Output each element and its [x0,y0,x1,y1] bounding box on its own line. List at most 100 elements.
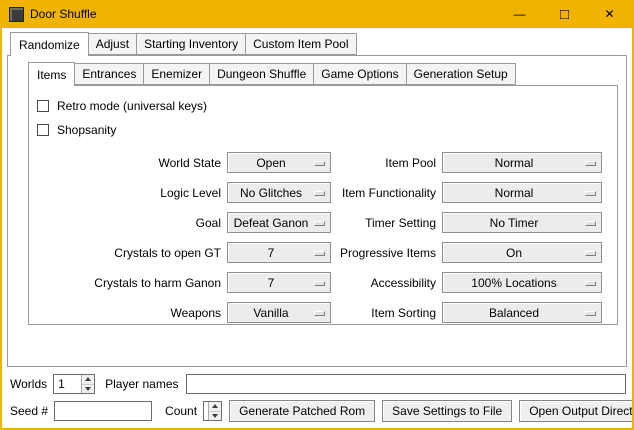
world-state-dropdown[interactable]: Open [227,152,331,173]
open-output-directory-button[interactable]: Open Output Directory [519,400,634,422]
progressive-items-label: Progressive Items [337,246,436,260]
item-functionality-label: Item Functionality [337,186,436,200]
tab-entrances[interactable]: Entrances [74,63,144,85]
spin-up-button[interactable] [209,402,221,411]
titlebar: Door Shuffle — □ ✕ [2,0,632,28]
goal-label: Goal [35,216,221,230]
randomize-pane: Items Entrances Enemizer Dungeon Shuffle… [7,55,627,367]
item-pool-dropdown[interactable]: Normal [442,152,602,173]
arrow-up-icon [85,377,91,381]
logic-level-dropdown[interactable]: No Glitches [227,182,331,203]
item-pool-label: Item Pool [337,156,436,170]
dropdown-value: Normal [495,186,534,200]
app-window: Door Shuffle — □ ✕ Randomize Adjust Star… [0,0,634,430]
dropdown-value: 100% Locations [471,276,556,290]
accessibility-label: Accessibility [337,276,436,290]
item-sorting-dropdown[interactable]: Balanced [442,302,602,323]
count-spinner[interactable] [203,401,222,421]
weapons-label: Weapons [35,306,221,320]
timer-setting-label: Timer Setting [337,216,436,230]
secondary-tab-bar: Items Entrances Enemizer Dungeon Shuffle… [28,62,626,85]
goal-dropdown[interactable]: Defeat Ganon [227,212,331,233]
dropdown-indicator-icon [314,161,325,166]
checkbox-box-icon[interactable] [37,100,49,112]
dropdown-indicator-icon [314,221,325,226]
dropdown-value: Open [256,156,285,170]
tab-adjust[interactable]: Adjust [88,33,137,55]
dropdown-value: Vanilla [253,306,288,320]
logic-level-label: Logic Level [35,186,221,200]
items-pane: Retro mode (universal keys) Shopsanity W… [28,85,618,325]
dropdown-indicator-icon [585,221,596,226]
dropdown-indicator-icon [585,311,596,316]
worlds-row: Worlds Player names [10,374,626,394]
settings-grid: World State Open Item Pool Normal Logic … [35,152,617,323]
checkbox-label: Shopsanity [57,123,116,137]
crystals-harm-ganon-dropdown[interactable]: 7 [227,272,331,293]
dropdown-indicator-icon [314,191,325,196]
dropdown-indicator-icon [585,191,596,196]
timer-setting-dropdown[interactable]: No Timer [442,212,602,233]
arrow-down-icon [85,387,91,391]
dropdown-value: No Timer [490,216,539,230]
spinner-buttons [208,402,221,420]
dropdown-indicator-icon [585,281,596,286]
checkbox-group: Retro mode (universal keys) Shopsanity [37,96,617,140]
crystals-open-gt-dropdown[interactable]: 7 [227,242,331,263]
bottom-panel: Worlds Player names Seed # Count [2,367,632,428]
seed-row: Seed # Count Generate Patched Rom Save S… [10,400,626,422]
count-label: Count [165,404,197,418]
arrow-down-icon [212,414,218,418]
tab-items[interactable]: Items [28,62,75,86]
tab-game-options[interactable]: Game Options [313,63,406,85]
spin-down-button[interactable] [82,384,94,394]
crystals-harm-ganon-label: Crystals to harm Ganon [35,276,221,290]
player-names-input[interactable] [186,374,627,394]
seed-label: Seed # [10,404,48,418]
checkbox-box-icon[interactable] [37,124,49,136]
dropdown-value: Defeat Ganon [234,216,309,230]
dropdown-indicator-icon [314,311,325,316]
tab-custom-item-pool[interactable]: Custom Item Pool [245,33,356,55]
app-icon [9,7,24,22]
arrow-up-icon [212,404,218,408]
world-state-label: World State [35,156,221,170]
spin-up-button[interactable] [82,375,94,384]
save-settings-button[interactable]: Save Settings to File [382,400,512,422]
tab-starting-inventory[interactable]: Starting Inventory [136,33,246,55]
worlds-input[interactable] [54,375,81,393]
minimize-button[interactable]: — [497,0,542,28]
player-names-label: Player names [105,377,178,391]
dropdown-value: 7 [268,276,275,290]
worlds-label: Worlds [10,377,47,391]
tab-dungeon-shuffle[interactable]: Dungeon Shuffle [209,63,314,85]
close-button[interactable]: ✕ [587,0,632,28]
checkbox-label: Retro mode (universal keys) [57,99,207,113]
maximize-button[interactable]: □ [542,0,587,28]
tab-randomize[interactable]: Randomize [10,32,89,56]
item-sorting-label: Item Sorting [337,306,436,320]
progressive-items-dropdown[interactable]: On [442,242,602,263]
window-title: Door Shuffle [30,7,97,21]
dropdown-value: On [506,246,522,260]
weapons-dropdown[interactable]: Vanilla [227,302,331,323]
spin-down-button[interactable] [209,411,221,421]
dropdown-value: Normal [495,156,534,170]
tab-generation-setup[interactable]: Generation Setup [406,63,516,85]
dropdown-indicator-icon [314,251,325,256]
generate-patched-rom-button[interactable]: Generate Patched Rom [229,400,375,422]
primary-tab-bar: Randomize Adjust Starting Inventory Cust… [10,32,632,55]
spinner-buttons [81,375,94,393]
checkbox-retro-mode[interactable]: Retro mode (universal keys) [37,96,617,116]
dropdown-indicator-icon [585,161,596,166]
dropdown-indicator-icon [314,281,325,286]
seed-input[interactable] [54,401,152,421]
accessibility-dropdown[interactable]: 100% Locations [442,272,602,293]
worlds-spinner[interactable] [53,374,95,394]
dropdown-value: No Glitches [240,186,302,200]
checkbox-shopsanity[interactable]: Shopsanity [37,120,617,140]
dropdown-indicator-icon [585,251,596,256]
crystals-open-gt-label: Crystals to open GT [35,246,221,260]
tab-enemizer[interactable]: Enemizer [143,63,210,85]
item-functionality-dropdown[interactable]: Normal [442,182,602,203]
